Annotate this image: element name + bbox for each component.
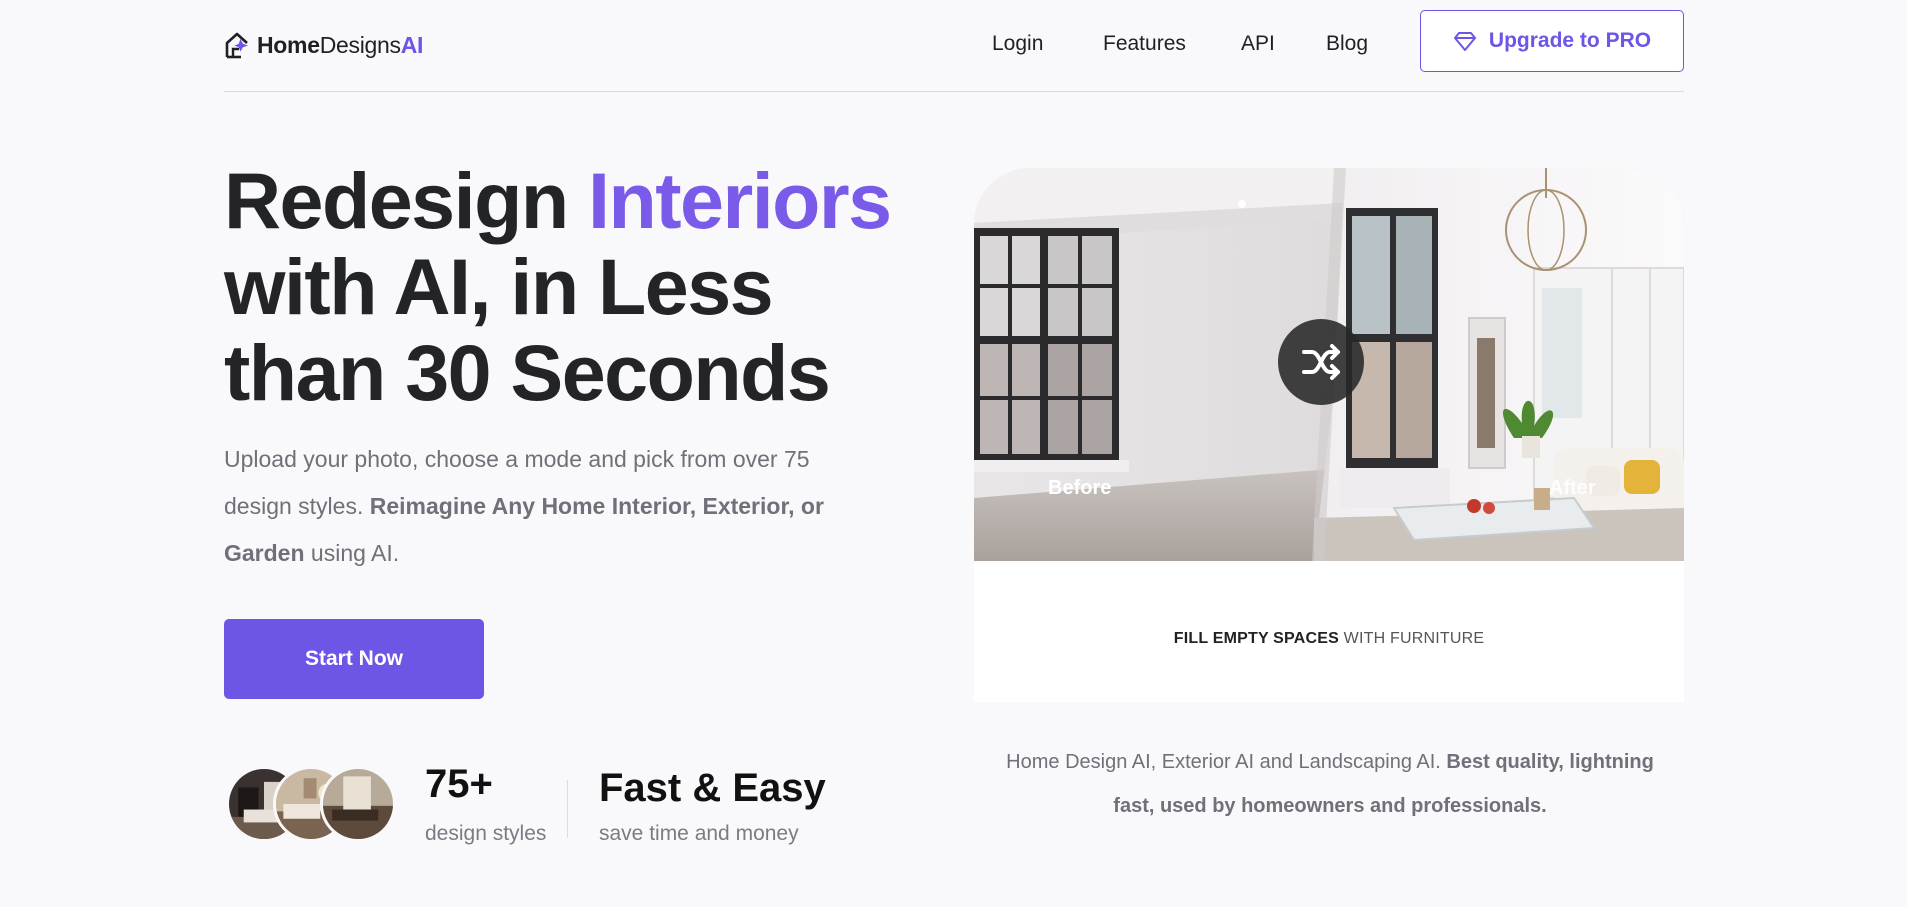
site-header: HomeDesignsAI Login Features API Blog Up… xyxy=(224,0,1684,92)
upgrade-label: Upgrade to PRO xyxy=(1488,29,1652,52)
brand-logo[interactable]: HomeDesignsAI xyxy=(224,28,423,62)
before-label: Before xyxy=(1048,477,1112,499)
nav-features-link[interactable]: Features xyxy=(1103,32,1186,56)
shuffle-compare-button[interactable] xyxy=(1278,319,1364,405)
after-label: After xyxy=(1549,477,1596,499)
fast-easy-title: Fast & Easy xyxy=(599,766,826,810)
fast-easy-label: save time and money xyxy=(599,822,799,845)
hero-subtitle: Upload your photo, choose a mode and pic… xyxy=(224,446,824,566)
diamond-icon xyxy=(1453,32,1476,51)
upgrade-to-pro-button[interactable]: Upgrade to PRO xyxy=(1420,10,1684,72)
hero-tagline: Home Design AI, Exterior AI and Landscap… xyxy=(1006,751,1654,817)
hero-title-accent: Interiors xyxy=(588,156,892,245)
before-after-showcase: Before After FILL EMPTY SPACES WITH FURN… xyxy=(974,168,1684,702)
styles-count-label: design styles xyxy=(425,822,547,845)
stats-divider xyxy=(567,780,568,838)
showcase-caption: FILL EMPTY SPACES WITH FURNITURE xyxy=(1173,630,1485,647)
shuffle-icon xyxy=(1302,344,1340,380)
nav-login-link[interactable]: Login xyxy=(992,32,1043,56)
before-after-image[interactable]: Before After xyxy=(974,168,1684,561)
hero-title: Redesign Interiors with AI, in Less than … xyxy=(224,156,892,417)
house-logo-icon xyxy=(225,32,249,59)
start-now-button[interactable]: Start Now xyxy=(224,619,484,699)
brand-name: HomeDesignsAI xyxy=(257,31,424,58)
avatar xyxy=(320,766,396,842)
nav-api-link[interactable]: API xyxy=(1241,32,1275,56)
styles-count: 75+ xyxy=(425,762,493,806)
nav-blog-link[interactable]: Blog xyxy=(1326,32,1368,56)
style-avatars xyxy=(226,766,396,844)
